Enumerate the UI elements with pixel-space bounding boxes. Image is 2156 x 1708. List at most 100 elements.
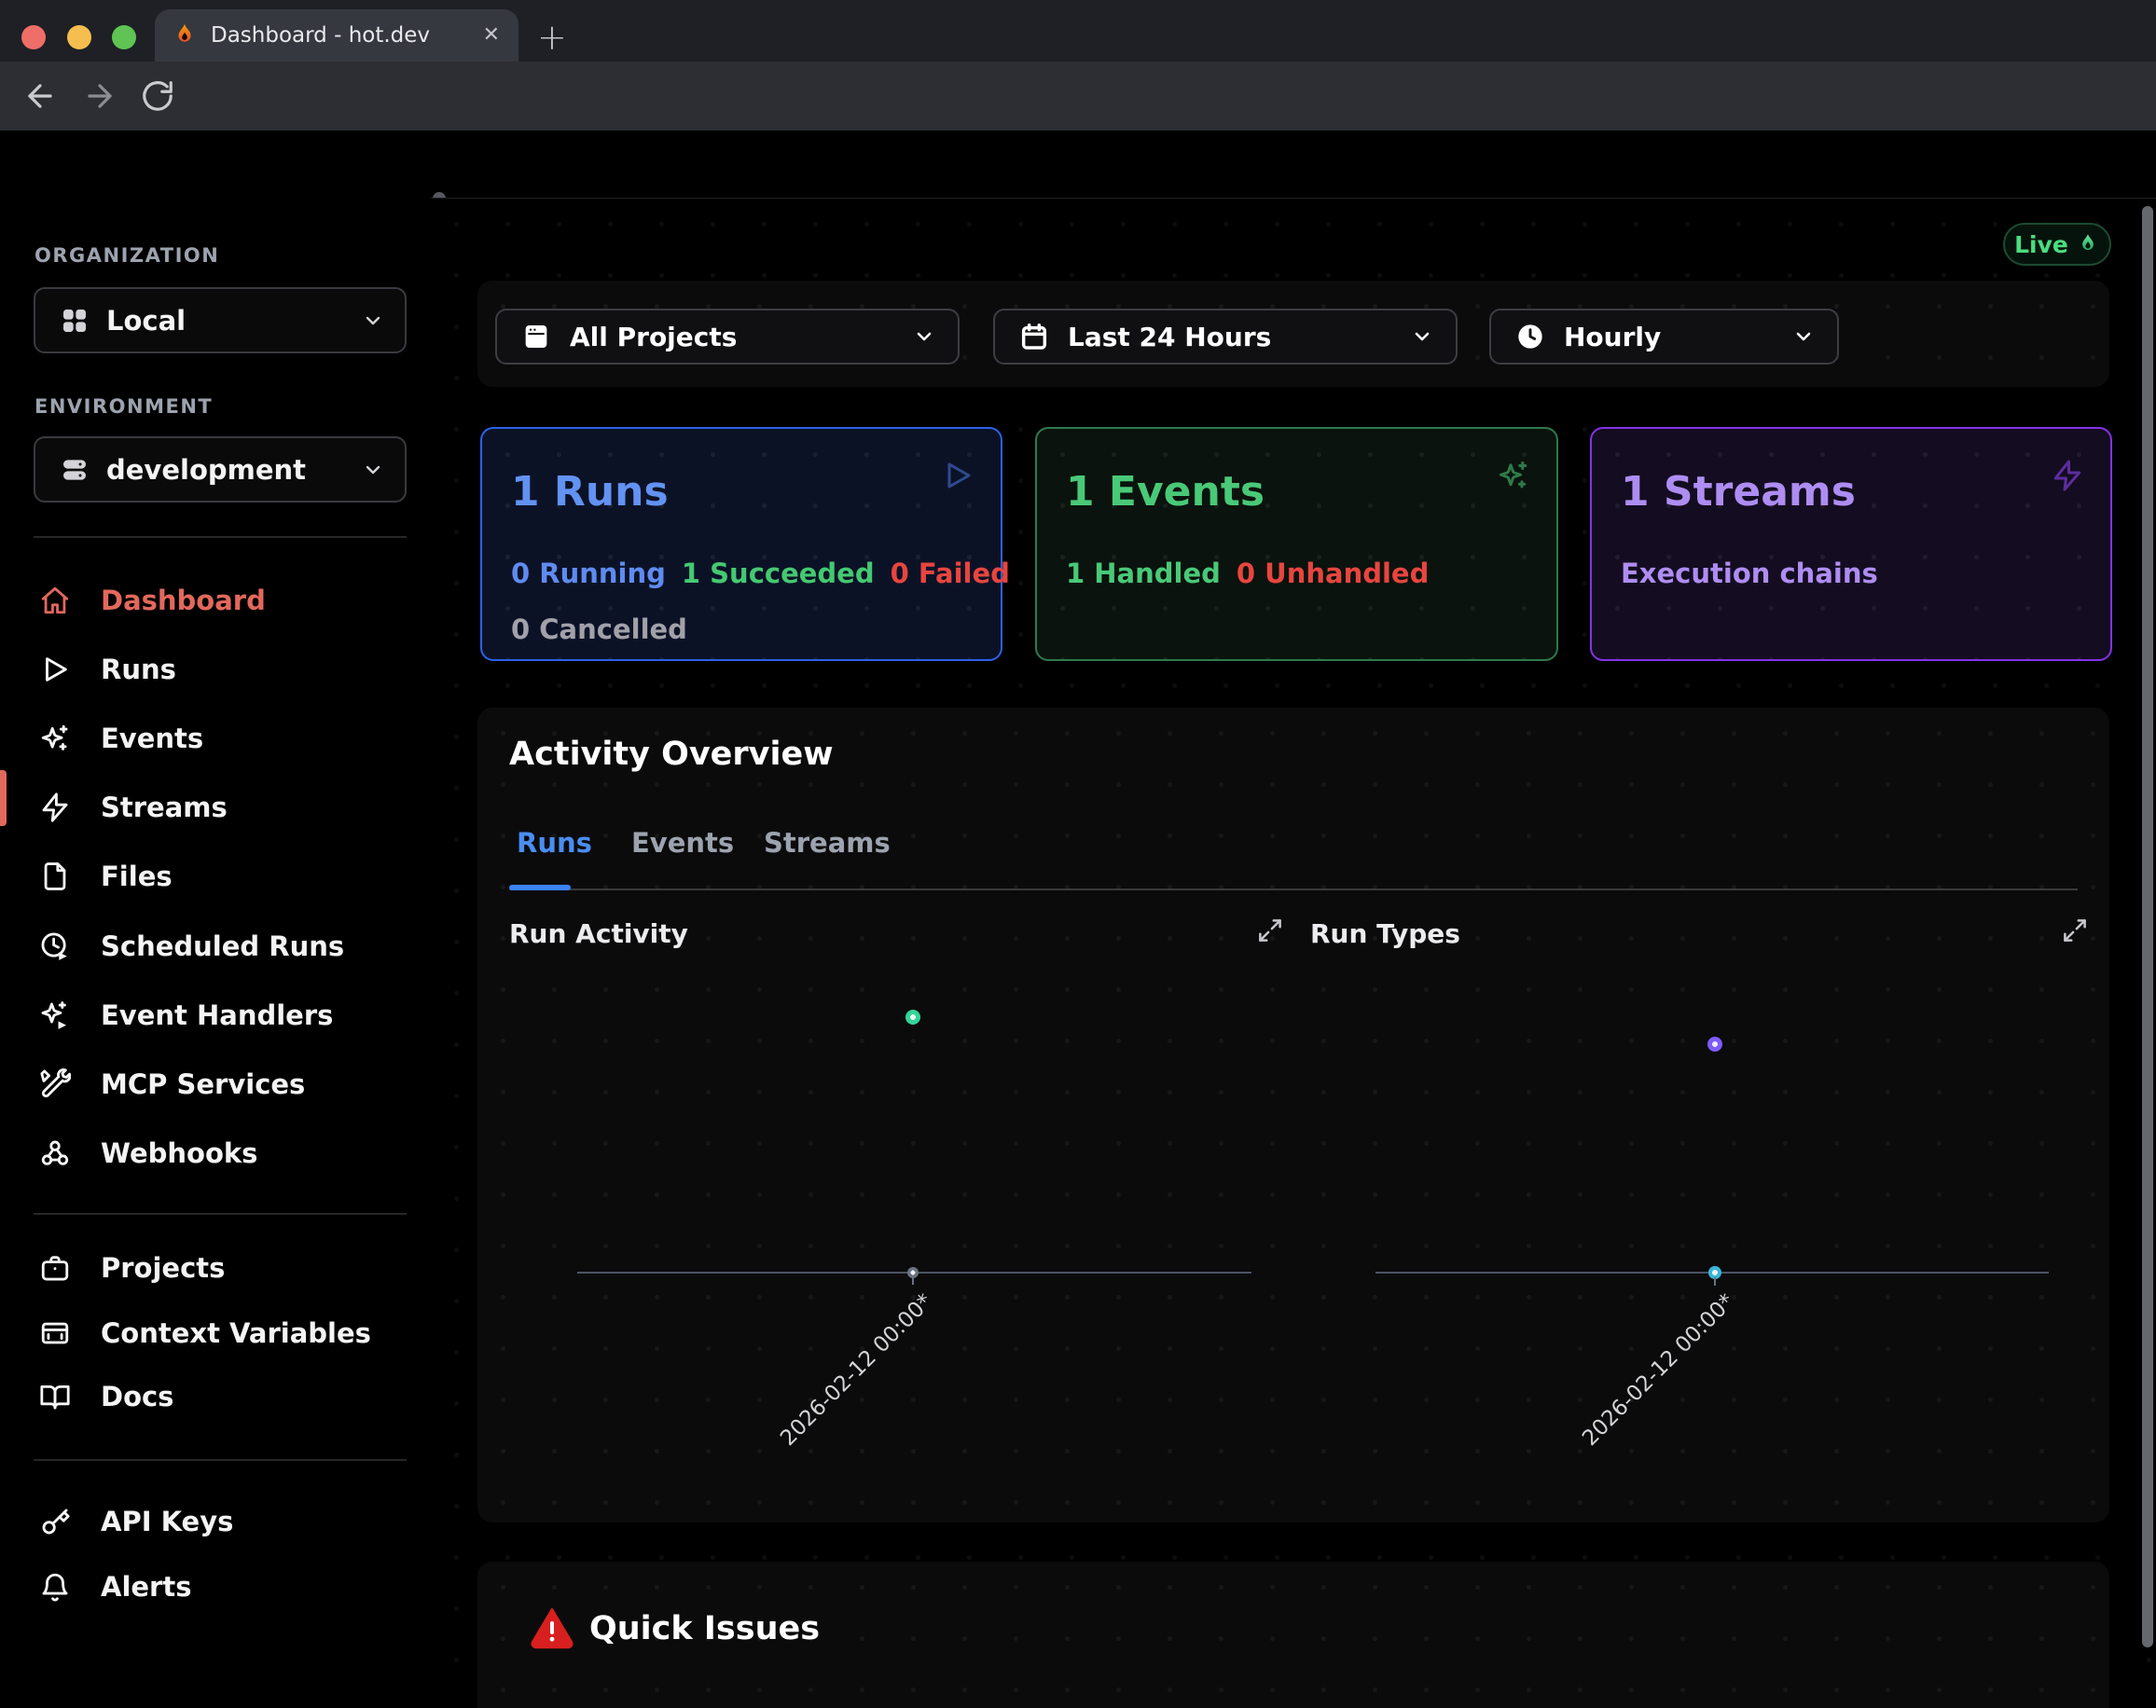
granularity-filter-value: Hourly [1564,322,1661,352]
run-types-data-point[interactable] [1707,1037,1722,1052]
sidebar-item-label: Files [101,861,173,892]
tab-streams[interactable]: Streams [764,827,891,859]
minimize-window-button[interactable] [67,25,91,49]
bell-icon [39,1571,71,1603]
back-icon[interactable] [22,78,58,114]
screen: Dashboard - hot.dev ✕ + localhost:4680 ⋮… [0,0,2156,1708]
reload-icon[interactable] [140,78,175,114]
close-window-button[interactable] [21,25,46,49]
run-activity-data-point[interactable] [905,1010,920,1025]
sparkles-icon [39,723,71,754]
runs-running: 0 Running [511,558,666,589]
sidebar-item-projects[interactable]: Projects [0,1233,431,1302]
new-tab-button[interactable]: + [537,21,567,54]
sidebar-item-label: Scheduled Runs [101,930,344,962]
sidebar-item-label: MCP Services [101,1068,305,1100]
streams-stat-card[interactable]: 1 Streams Execution chains [1590,427,2112,661]
browser-tabstrip: Dashboard - hot.dev ✕ + [0,0,2156,62]
quick-issues-panel: Quick Issues [477,1562,2109,1708]
filters-panel: All Projects Last 24 Hours Hourly [477,281,2109,387]
sidebar-item-webhooks[interactable]: Webhooks [0,1119,431,1188]
live-status-badge: Live [2003,223,2111,266]
environment-select[interactable]: development [34,436,407,503]
quick-issues-title: Quick Issues [589,1610,820,1647]
environment-value: development [106,454,306,486]
sidebar-item-streams[interactable]: Streams [0,773,431,842]
granularity-filter-select[interactable]: Hourly [1489,309,1839,365]
sidebar-item-label: Alerts [101,1571,191,1603]
sidebar-item-label: Projects [101,1252,225,1284]
run-types-chart-title: Run Types [1310,918,1460,949]
sidebar-item-dashboard[interactable]: Dashboard [0,566,431,635]
org-grid-icon [60,306,90,336]
events-count: 1 Events [1066,468,1265,516]
sidebar-item-label: Context Variables [101,1317,371,1349]
sidebar-item-mcp-services[interactable]: MCP Services [0,1050,431,1119]
browser-toolbar: localhost:4680 ⋮ [0,62,2156,131]
key-icon [39,1506,71,1537]
main-content: Local (development) Live All Projects La… [431,198,2156,1708]
forward-icon[interactable] [82,78,117,114]
time-range-filter-value: Last 24 Hours [1068,322,1271,352]
organization-label: ORGANIZATION [35,244,219,267]
streams-subtitle: Execution chains [1621,558,1878,589]
runs-failed: 0 Failed [891,558,1010,589]
sidebar-item-runs[interactable]: Runs [0,635,431,704]
events-stat-card[interactable]: 1 Events 1 Handled 0 Unhandled [1035,427,1558,661]
context-box-icon [39,1317,71,1349]
events-unhandled: 0 Unhandled [1237,558,1429,589]
projects-window-icon [521,321,551,352]
sidebar-item-label: API Keys [101,1506,233,1537]
sidebar-item-api-keys[interactable]: API Keys [0,1487,431,1556]
time-range-filter-select[interactable]: Last 24 Hours [993,309,1458,365]
sparkles-play-icon [39,999,71,1031]
sidebar-divider [34,1213,407,1215]
sparkles-icon [1497,459,1530,492]
sidebar-item-label: Webhooks [101,1137,257,1169]
sidebar-item-docs[interactable]: Docs [0,1362,431,1431]
live-flame-icon [2076,232,2100,256]
runs-cancelled: 0 Cancelled [511,613,687,645]
sidebar-item-scheduled-runs[interactable]: Scheduled Runs [0,912,431,981]
chevron-down-icon [362,459,384,481]
activity-overview-panel: Activity Overview Runs Events Streams Ru… [477,708,2109,1522]
tabs-divider [509,888,2078,890]
warning-triangle-icon [530,1605,574,1649]
live-label: Live [2014,231,2068,258]
project-filter-value: All Projects [570,322,737,352]
sidebar-divider [34,536,407,538]
browser-tab[interactable]: Dashboard - hot.dev ✕ [155,9,518,62]
clock-play-icon [39,930,71,962]
streams-count: 1 Streams [1621,468,1856,516]
chevron-down-icon [362,310,384,332]
sidebar-item-alerts[interactable]: Alerts [0,1552,431,1621]
sidebar-item-events[interactable]: Events [0,704,431,773]
runs-stat-card[interactable]: 1 Runs 0 Running 1 Succeeded 0 Failed 0 … [480,427,1002,661]
zoom-window-button[interactable] [112,25,136,49]
sidebar-item-label: Runs [101,654,176,685]
environment-label: ENVIRONMENT [35,395,213,418]
expand-icon[interactable] [2061,916,2089,944]
tools-icon [39,1068,71,1100]
expand-icon[interactable] [1256,916,1284,944]
sidebar-item-label: Events [101,723,203,754]
organization-select[interactable]: Local [34,287,407,353]
activity-overview-title: Activity Overview [509,736,834,773]
run-types-axis-tick [1714,1277,1716,1286]
close-tab-icon[interactable]: ✕ [483,25,500,46]
page-scrollbar[interactable] [2142,206,2153,1647]
tab-runs[interactable]: Runs [517,827,592,859]
sidebar-item-files[interactable]: Files [0,842,431,911]
chevron-down-icon [1792,325,1815,348]
lightning-icon [39,792,71,823]
project-filter-select[interactable]: All Projects [495,309,960,365]
sidebar-item-event-handlers[interactable]: Event Handlers [0,981,431,1050]
app-header: hot.dev Hot Dev [0,131,2156,198]
tab-events[interactable]: Events [631,827,734,859]
sidebar-item-context-variables[interactable]: Context Variables [0,1299,431,1368]
chevron-down-icon [1411,325,1433,348]
calendar-icon [1019,321,1049,352]
sidebar-item-label: Streams [101,792,228,823]
sidebar-item-label: Docs [101,1381,173,1412]
env-server-icon [60,455,90,485]
